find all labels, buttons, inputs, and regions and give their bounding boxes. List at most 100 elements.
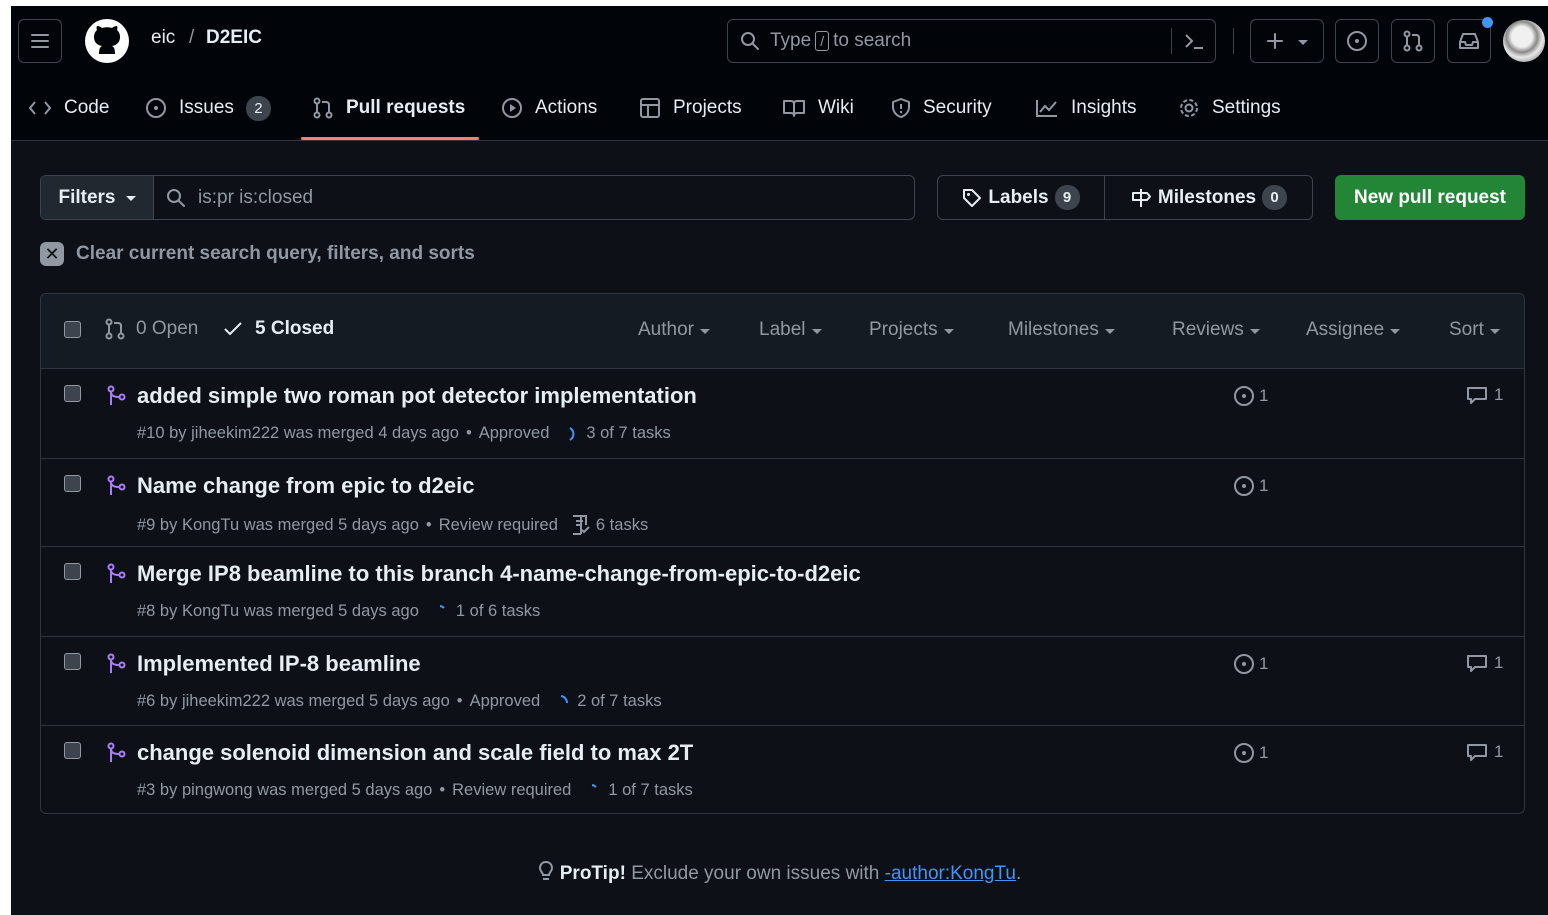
tab-security-label: Security <box>923 97 992 118</box>
play-icon <box>501 97 523 119</box>
label-filter-dropdown[interactable]: Label <box>759 319 822 341</box>
clear-filters-label: Clear current search query, filters, and… <box>76 243 475 264</box>
checklist-icon <box>572 515 590 535</box>
author-filter-dropdown[interactable]: Author <box>638 319 710 341</box>
tab-wiki[interactable]: Wiki <box>782 88 854 128</box>
tab-insights[interactable]: Insights <box>1035 88 1136 128</box>
row-checkbox[interactable] <box>64 653 81 670</box>
tab-actions-label: Actions <box>535 97 598 118</box>
github-logo-icon[interactable] <box>84 18 130 64</box>
chevron-down-icon <box>1249 328 1260 334</box>
table-row[interactable]: Implemented IP-8 beamline #6 by jiheekim… <box>41 637 1524 726</box>
tab-security[interactable]: Security <box>891 88 992 128</box>
tab-projects[interactable]: Projects <box>639 88 742 128</box>
protip-link[interactable]: -author:KongTu <box>885 863 1016 884</box>
reviews-filter-dropdown[interactable]: Reviews <box>1172 319 1260 341</box>
filters-dropdown-button[interactable]: Filters <box>41 176 154 219</box>
sort-dropdown[interactable]: Sort <box>1449 319 1500 341</box>
meta-separator: • <box>439 781 446 799</box>
milestones-filter-label: Milestones <box>1008 319 1099 340</box>
table-row[interactable]: Merge IP8 beamline to this branch 4-name… <box>41 547 1524 637</box>
projects-filter-dropdown[interactable]: Projects <box>869 319 954 341</box>
clear-filters-link[interactable]: ✕ Clear current search query, filters, a… <box>40 242 475 266</box>
chevron-down-icon <box>1390 328 1401 334</box>
tab-code[interactable]: Code <box>28 88 109 128</box>
comments-link[interactable]: 1 <box>1466 653 1503 673</box>
milestones-label: Milestones <box>1157 186 1257 208</box>
breadcrumb-repo[interactable]: D2EIC <box>206 27 262 49</box>
pr-search-input[interactable]: is:pr is:closed <box>154 176 313 219</box>
issue-opened-icon <box>1234 743 1254 763</box>
linked-issues[interactable]: 1 <box>1233 653 1268 675</box>
new-pull-request-button[interactable]: New pull request <box>1335 175 1525 220</box>
chevron-down-icon <box>1298 39 1308 45</box>
row-checkbox[interactable] <box>64 563 81 580</box>
protip-end: . <box>1015 863 1022 884</box>
linked-issues-count: 1 <box>1259 386 1269 405</box>
task-progress[interactable]: 3 of 7 tasks <box>586 424 670 443</box>
table-row[interactable]: Name change from epic to d2eic #9 by Kon… <box>41 459 1524 547</box>
table-row[interactable]: change solenoid dimension and scale fiel… <box>41 726 1524 814</box>
comments-link[interactable]: 1 <box>1466 385 1503 405</box>
task-progress[interactable]: 1 of 6 tasks <box>456 602 540 621</box>
table-row[interactable]: added simple two roman pot detector impl… <box>41 369 1524 459</box>
comments-link[interactable]: 1 <box>1466 742 1503 762</box>
review-status[interactable]: Approved <box>470 692 541 711</box>
review-status[interactable]: Review required <box>452 781 571 800</box>
milestones-filter-dropdown[interactable]: Milestones <box>1008 319 1115 341</box>
task-progress[interactable]: 1 of 7 tasks <box>608 781 692 800</box>
review-status[interactable]: Review required <box>439 516 558 535</box>
linked-issues[interactable]: 1 <box>1233 742 1268 764</box>
review-status[interactable]: Approved <box>479 424 550 443</box>
author-filter-label: Author <box>638 319 694 340</box>
avatar[interactable] <box>1503 20 1545 62</box>
labels-button[interactable]: Labels 9 <box>938 176 1105 219</box>
tab-pull-requests[interactable]: Pull requests <box>312 88 465 128</box>
git-merge-icon <box>107 475 126 495</box>
row-checkbox[interactable] <box>64 475 81 492</box>
pull-requests-button[interactable] <box>1391 19 1435 63</box>
tab-issues-label: Issues <box>179 97 234 118</box>
linked-issues-count: 1 <box>1259 743 1269 762</box>
create-new-button[interactable] <box>1250 19 1324 63</box>
app-window: eic / D2EIC Type / to search Code Issues… <box>11 6 1548 915</box>
command-palette-icon[interactable] <box>1183 31 1205 51</box>
pr-title-link[interactable]: added simple two roman pot detector impl… <box>137 383 697 409</box>
open-filter-link[interactable]: 0 Open <box>104 318 198 340</box>
task-progress[interactable]: 2 of 7 tasks <box>577 692 661 711</box>
milestones-count-badge: 0 <box>1262 185 1288 210</box>
search-divider <box>1171 28 1172 54</box>
task-progress-icon <box>592 783 598 788</box>
linked-issues[interactable]: 1 <box>1233 475 1268 497</box>
pull-request-list: 0 Open 5 Closed Author Label Projects Mi… <box>40 293 1525 814</box>
inbox-icon <box>1459 33 1479 49</box>
tab-issues[interactable]: Issues 2 <box>145 88 271 128</box>
row-checkbox[interactable] <box>64 385 81 402</box>
linked-issues[interactable]: 1 <box>1233 385 1268 407</box>
menu-button[interactable] <box>18 19 62 63</box>
pr-title-link[interactable]: Implemented IP-8 beamline <box>137 651 421 677</box>
tab-settings[interactable]: Settings <box>1178 88 1281 128</box>
select-all-checkbox[interactable] <box>64 321 81 338</box>
tab-actions[interactable]: Actions <box>501 88 597 128</box>
graph-icon <box>1035 98 1059 118</box>
global-search-input[interactable]: Type / to search <box>727 19 1216 63</box>
issues-button[interactable] <box>1335 19 1379 63</box>
pr-title-link[interactable]: change solenoid dimension and scale fiel… <box>137 740 693 766</box>
milestones-button[interactable]: Milestones 0 <box>1105 176 1312 219</box>
pr-title-link[interactable]: Name change from epic to d2eic <box>137 473 474 499</box>
header-divider <box>1233 28 1234 54</box>
git-merge-icon <box>107 385 126 405</box>
pr-title-link[interactable]: Merge IP8 beamline to this branch 4-name… <box>137 561 861 587</box>
check-icon <box>224 322 242 336</box>
git-merge-icon <box>107 563 126 583</box>
projects-filter-label: Projects <box>869 319 938 340</box>
breadcrumb-owner[interactable]: eic <box>151 27 175 49</box>
row-checkbox[interactable] <box>64 742 81 759</box>
gear-icon <box>1178 97 1200 119</box>
task-progress[interactable]: 6 tasks <box>596 516 648 535</box>
assignee-filter-dropdown[interactable]: Assignee <box>1306 319 1401 341</box>
book-icon <box>782 98 806 118</box>
closed-filter-link[interactable]: 5 Closed <box>223 318 334 340</box>
light-bulb-icon <box>538 860 553 880</box>
